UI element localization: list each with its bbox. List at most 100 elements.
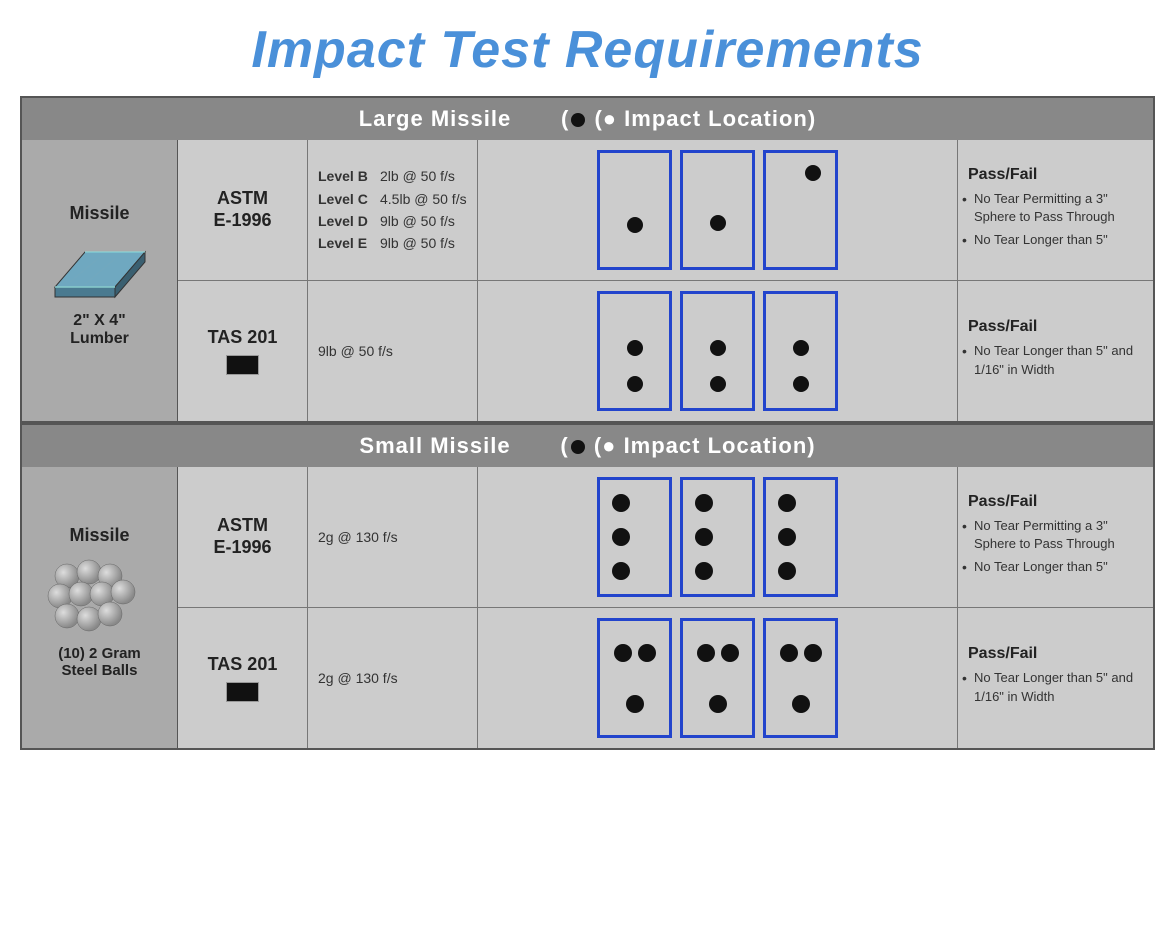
large-missile-missile-col: Missile bbox=[22, 140, 177, 410]
large-sub-row-1: ASTM E-1996 Level B 2lb @ 50 f/s bbox=[178, 140, 1153, 281]
large-tas-diagrams bbox=[478, 281, 958, 421]
small-missile-table: Small Missile ( (● Impact Location) Miss… bbox=[20, 423, 1155, 750]
small-astm-diagram-1 bbox=[597, 477, 672, 597]
impact-dot bbox=[638, 644, 656, 662]
impact-dot bbox=[612, 562, 630, 580]
small-tas-pf-1: No Tear Longer than 5" and 1/16" in Widt… bbox=[968, 669, 1143, 705]
large-sub-row-2: TAS 201 9lb @ 50 f/s bbox=[178, 281, 1153, 421]
impact-dot bbox=[793, 376, 809, 392]
small-astm-diagram-3 bbox=[763, 477, 838, 597]
large-missile-table: Large Missile ( (● Impact Location) Miss… bbox=[20, 96, 1155, 423]
impact-dot bbox=[793, 340, 809, 356]
small-tas-badge bbox=[226, 682, 259, 702]
large-tas-diagram-2 bbox=[680, 291, 755, 411]
small-astm-standard: ASTM E-1996 bbox=[178, 467, 308, 607]
large-astm-diagrams bbox=[478, 140, 958, 280]
impact-dot bbox=[710, 376, 726, 392]
large-missile-cell: Missile bbox=[21, 140, 178, 422]
large-tas-diagram-1 bbox=[597, 291, 672, 411]
lumber-size: 2" X 4" Lumber bbox=[70, 312, 129, 348]
impact-dot bbox=[710, 215, 726, 231]
impact-dot bbox=[778, 528, 796, 546]
large-tas-level: 9lb @ 50 f/s bbox=[318, 340, 467, 362]
impact-dot bbox=[805, 165, 821, 181]
small-tas-diagram-1 bbox=[597, 618, 672, 738]
small-astm-pf-1: No Tear Permitting a 3" Sphere to Pass T… bbox=[968, 517, 1143, 553]
steel-balls-image bbox=[45, 554, 155, 639]
impact-dot bbox=[627, 340, 643, 356]
small-tas-pf-title: Pass/Fail bbox=[968, 645, 1143, 663]
small-astm-level: 2g @ 130 f/s bbox=[318, 526, 467, 548]
small-missile-missile-col: Missile bbox=[22, 467, 177, 737]
impact-dot bbox=[614, 644, 632, 662]
impact-dot bbox=[709, 695, 727, 713]
large-tas-pf-1: No Tear Longer than 5" and 1/16" in Widt… bbox=[968, 342, 1143, 378]
lumber-image bbox=[45, 232, 155, 304]
small-astm-name: ASTM E-1996 bbox=[213, 515, 271, 558]
impact-dot bbox=[695, 562, 713, 580]
impact-dot bbox=[721, 644, 739, 662]
impact-dot bbox=[697, 644, 715, 662]
small-tas-diagram-2 bbox=[680, 618, 755, 738]
large-tas-name: TAS 201 bbox=[208, 327, 278, 349]
small-astm-levels: 2g @ 130 f/s bbox=[308, 467, 478, 607]
impact-dot bbox=[612, 494, 630, 512]
small-sub-row-2: TAS 201 2g @ 130 f/s bbox=[178, 608, 1153, 748]
small-astm-diagram-2 bbox=[680, 477, 755, 597]
impact-dot bbox=[627, 376, 643, 392]
large-tas-levels: 9lb @ 50 f/s bbox=[308, 281, 478, 421]
small-missile-header: Small Missile ( (● Impact Location) bbox=[21, 424, 1154, 467]
impact-dot bbox=[804, 644, 822, 662]
small-sub-rows: ASTM E-1996 2g @ 130 f/s bbox=[178, 467, 1153, 748]
small-astm-pf-title: Pass/Fail bbox=[968, 493, 1143, 511]
impact-dot bbox=[710, 340, 726, 356]
large-tas-badge bbox=[226, 355, 259, 375]
small-tas-level: 2g @ 130 f/s bbox=[318, 667, 467, 689]
large-astm-diagram-3 bbox=[763, 150, 838, 270]
large-astm-standards-cell: ASTM E-1996 Level B 2lb @ 50 f/s bbox=[178, 140, 1155, 422]
impact-dot bbox=[695, 494, 713, 512]
impact-dot bbox=[792, 695, 810, 713]
page-title: Impact Test Requirements bbox=[20, 10, 1155, 96]
small-tas-diagram-3 bbox=[763, 618, 838, 738]
large-astm-diagram-2 bbox=[680, 150, 755, 270]
large-astm-name: ASTM E-1996 bbox=[213, 188, 271, 231]
large-sub-rows: ASTM E-1996 Level B 2lb @ 50 f/s bbox=[178, 140, 1153, 421]
page-wrapper: Impact Test Requirements Large Missile (… bbox=[0, 0, 1175, 760]
small-tas-diagrams bbox=[478, 608, 958, 748]
large-missile-label: Missile bbox=[69, 203, 129, 224]
large-tas-standard: TAS 201 bbox=[178, 281, 308, 421]
large-tas-pf-title: Pass/Fail bbox=[968, 318, 1143, 336]
large-tas-passfail: Pass/Fail No Tear Longer than 5" and 1/1… bbox=[958, 281, 1153, 421]
large-tas-diagram-3 bbox=[763, 291, 838, 411]
level-d: Level D 9lb @ 50 f/s bbox=[318, 210, 467, 232]
large-astm-pf-1: No Tear Permitting a 3" Sphere to Pass T… bbox=[968, 190, 1143, 226]
small-astm-standards-cell: ASTM E-1996 2g @ 130 f/s bbox=[178, 467, 1155, 749]
small-missile-cell: Missile bbox=[21, 467, 178, 749]
impact-dot bbox=[695, 528, 713, 546]
level-c: Level C 4.5lb @ 50 f/s bbox=[318, 188, 467, 210]
impact-dot bbox=[778, 562, 796, 580]
level-b: Level B 2lb @ 50 f/s bbox=[318, 165, 467, 187]
small-tas-standard: TAS 201 bbox=[178, 608, 308, 748]
impact-dot bbox=[778, 494, 796, 512]
small-sub-row-1: ASTM E-1996 2g @ 130 f/s bbox=[178, 467, 1153, 608]
large-astm-passfail: Pass/Fail No Tear Permitting a 3" Sphere… bbox=[958, 140, 1153, 280]
large-astm-standard: ASTM E-1996 bbox=[178, 140, 308, 280]
impact-dot bbox=[626, 695, 644, 713]
small-astm-diagrams bbox=[478, 467, 958, 607]
small-tas-name: TAS 201 bbox=[208, 654, 278, 676]
small-missile-label: Missile bbox=[69, 525, 129, 546]
large-astm-diagram-1 bbox=[597, 150, 672, 270]
large-astm-levels: Level B 2lb @ 50 f/s Level C 4.5lb @ 50 … bbox=[308, 140, 478, 280]
small-astm-passfail: Pass/Fail No Tear Permitting a 3" Sphere… bbox=[958, 467, 1153, 607]
impact-dot bbox=[612, 528, 630, 546]
small-astm-pf-2: No Tear Longer than 5" bbox=[968, 558, 1143, 576]
impact-dot bbox=[780, 644, 798, 662]
large-astm-pf-2: No Tear Longer than 5" bbox=[968, 231, 1143, 249]
impact-dot bbox=[627, 217, 643, 233]
large-missile-header: Large Missile ( (● Impact Location) bbox=[21, 97, 1154, 140]
small-tas-passfail: Pass/Fail No Tear Longer than 5" and 1/1… bbox=[958, 608, 1153, 748]
level-e: Level E 9lb @ 50 f/s bbox=[318, 232, 467, 254]
steel-balls-label: (10) 2 Gram Steel Balls bbox=[58, 645, 141, 679]
